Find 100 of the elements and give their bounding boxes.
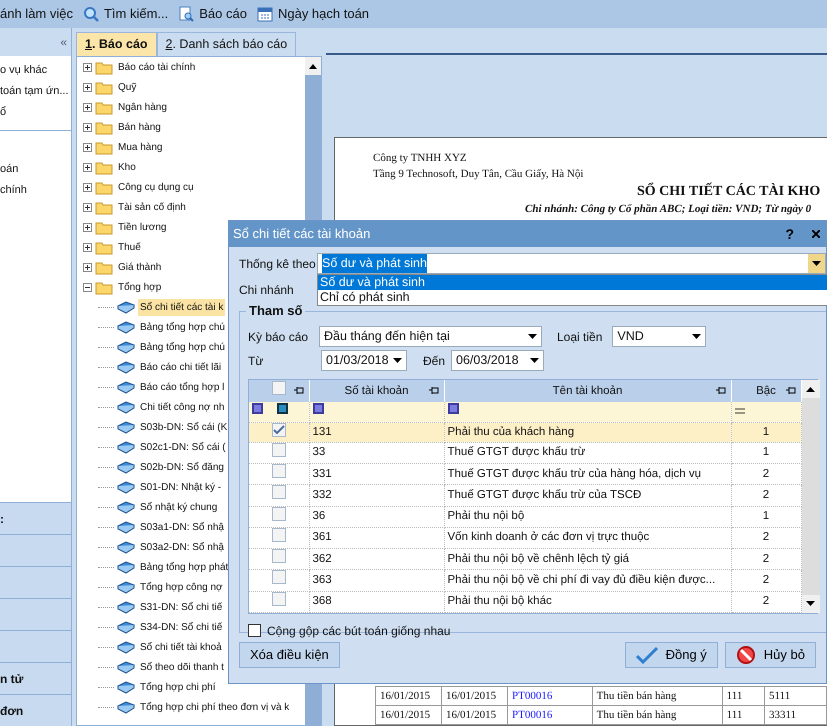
statistics-dropdown[interactable]: Số dư và phát sinh	[317, 253, 826, 274]
row-checkbox[interactable]	[272, 464, 286, 478]
select-all-checkbox[interactable]	[272, 381, 286, 395]
toolbar-button[interactable]: ánh làm việc	[0, 4, 73, 24]
pin-icon[interactable]	[428, 386, 440, 395]
row-checkbox[interactable]	[272, 423, 286, 438]
tree-item[interactable]: Bảng tổng hợp phát	[138, 558, 230, 576]
scroll-up-icon[interactable]	[309, 64, 317, 68]
nav-item[interactable]: chính	[0, 180, 71, 201]
currency-dropdown[interactable]: VND	[612, 326, 706, 347]
expand-icon[interactable]	[83, 122, 92, 132]
toolbar-button[interactable]: Ngày hạch toán	[256, 4, 370, 24]
nav-item[interactable]: ổ	[0, 102, 71, 123]
nav-item[interactable]: o vụ khác	[0, 60, 71, 81]
table-cell[interactable]: PT00016	[508, 686, 592, 706]
tree-item[interactable]: Giá thành	[116, 258, 164, 276]
filter-icon[interactable]	[252, 403, 263, 414]
tree-item[interactable]: Tiền lương	[116, 218, 168, 236]
report-tab[interactable]: 1. Báo cáo	[76, 32, 157, 56]
collapse-icon[interactable]	[83, 282, 92, 292]
tree-item[interactable]: Sổ chi tiết tài khoả	[138, 638, 224, 656]
period-dropdown[interactable]: Đầu tháng đến hiện tại	[319, 326, 542, 347]
tree-item[interactable]: Tổng hợp chi phí	[138, 678, 218, 696]
column-header[interactable]: Bậc	[731, 380, 801, 402]
expand-icon[interactable]	[83, 242, 92, 252]
dropdown-icon[interactable]	[812, 261, 821, 266]
tree-item[interactable]: Mua hàng	[116, 138, 164, 156]
expand-icon[interactable]	[83, 102, 92, 112]
pin-icon[interactable]	[294, 386, 304, 395]
scroll-up-icon[interactable]	[806, 386, 815, 392]
close-icon[interactable]	[812, 230, 820, 238]
expand-icon[interactable]	[83, 202, 92, 212]
tree-item[interactable]: S03b-DN: Sổ cái (K	[138, 418, 230, 436]
nav-section-button[interactable]: :	[0, 502, 71, 534]
tree-item[interactable]: Tổng hợp công nợ	[138, 578, 225, 596]
nav-item[interactable]: oán	[0, 159, 71, 180]
merge-checkbox[interactable]	[248, 624, 261, 638]
row-checkbox[interactable]	[272, 570, 286, 584]
expand-icon[interactable]	[83, 82, 92, 92]
row-checkbox[interactable]	[272, 592, 286, 606]
tree-item[interactable]: Công cụ dụng cụ	[116, 178, 196, 196]
column-header[interactable]: Tên tài khoản	[444, 380, 731, 402]
tree-item[interactable]: Bán hàng	[116, 118, 163, 136]
tree-item[interactable]: S31-DN: Sổ chi tiế	[138, 598, 224, 616]
dropdown-icon[interactable]	[393, 358, 402, 363]
tree-item[interactable]: Bảng tổng hợp chú	[138, 338, 227, 356]
tree-item[interactable]: Kho	[116, 158, 138, 176]
tree-item[interactable]: Chi tiết công nợ nh	[138, 398, 226, 416]
tree-item[interactable]: Tổng hợp chi phí theo đơn vị và k	[138, 698, 292, 716]
table-cell[interactable]: PT00016	[508, 706, 592, 724]
report-tab[interactable]: 2. Danh sách báo cáo	[156, 32, 296, 56]
row-checkbox[interactable]	[272, 485, 286, 500]
expand-icon[interactable]	[83, 182, 92, 192]
tree-item[interactable]: Quỹ	[116, 78, 138, 96]
toolbar-button[interactable]: Báo cáo	[178, 4, 247, 24]
expand-icon[interactable]	[83, 162, 92, 172]
tree-item[interactable]: Báo cáo tổng hợp l	[138, 378, 226, 396]
ok-button[interactable]: Đồng ý	[624, 642, 718, 668]
row-checkbox[interactable]	[272, 506, 286, 520]
column-header[interactable]: Số tài khoản	[309, 380, 444, 402]
clear-button[interactable]: Xóa điều kiện	[239, 642, 340, 668]
tree-item[interactable]: Báo cáo tài chính	[116, 58, 198, 76]
dropdown-icon[interactable]	[530, 358, 540, 363]
tree-item[interactable]: Tổng hợp	[116, 278, 164, 296]
row-checkbox[interactable]	[272, 528, 286, 542]
tree-item[interactable]: Sổ theo dõi thanh t	[138, 658, 226, 676]
collapse-button[interactable]: «	[60, 33, 67, 51]
tree-item[interactable]: S03a1-DN: Sổ nhậ	[138, 518, 226, 536]
pin-icon[interactable]	[786, 386, 796, 395]
tree-item[interactable]: Ngân hàng	[116, 98, 169, 116]
tree-item[interactable]: Bảng tổng hợp chú	[138, 318, 227, 336]
expand-icon[interactable]	[83, 142, 92, 152]
tree-item[interactable]: S02b-DN: Sổ đăng	[138, 458, 226, 476]
tree-item[interactable]: Sổ chi tiết các tài k	[138, 298, 226, 316]
nav-item[interactable]: toán tạm ứn...	[0, 81, 71, 102]
tree-item[interactable]: S03a2-DN: Sổ nhậ	[138, 538, 226, 556]
tree-item[interactable]: S34-DN: Sổ chi tiế	[138, 618, 224, 636]
dropdown-option[interactable]: Chỉ có phát sinh	[318, 290, 827, 305]
row-checkbox[interactable]	[272, 442, 286, 457]
expand-icon[interactable]	[83, 262, 92, 272]
toolbar-button[interactable]: Tìm kiếm...	[82, 4, 168, 24]
filter-icon[interactable]	[448, 403, 458, 414]
tree-item[interactable]: Thuế	[116, 238, 143, 256]
filter-icon[interactable]	[312, 403, 324, 414]
cancel-button[interactable]: Hủy bỏ	[724, 642, 816, 668]
grid-scrollbar[interactable]	[802, 380, 820, 613]
nav-section-button[interactable]: đơn	[0, 694, 71, 726]
pin-icon[interactable]	[716, 386, 726, 395]
to-date-field[interactable]: 06/03/2018	[451, 350, 544, 371]
filter-icon[interactable]	[277, 403, 288, 414]
scroll-down-icon[interactable]	[806, 601, 815, 606]
help-button[interactable]: ?	[785, 224, 794, 244]
dropdown-icon[interactable]	[692, 334, 702, 339]
tree-item[interactable]: Sổ nhật ký chung	[138, 498, 220, 516]
expand-icon[interactable]	[83, 62, 92, 72]
tree-item[interactable]: Tài sản cố định	[116, 198, 188, 216]
from-date-field[interactable]: 01/03/2018	[321, 350, 407, 371]
dropdown-option[interactable]: Số dư và phát sinh	[318, 275, 827, 290]
row-checkbox[interactable]	[272, 549, 286, 563]
nav-section-button[interactable]: n tử	[0, 662, 71, 694]
